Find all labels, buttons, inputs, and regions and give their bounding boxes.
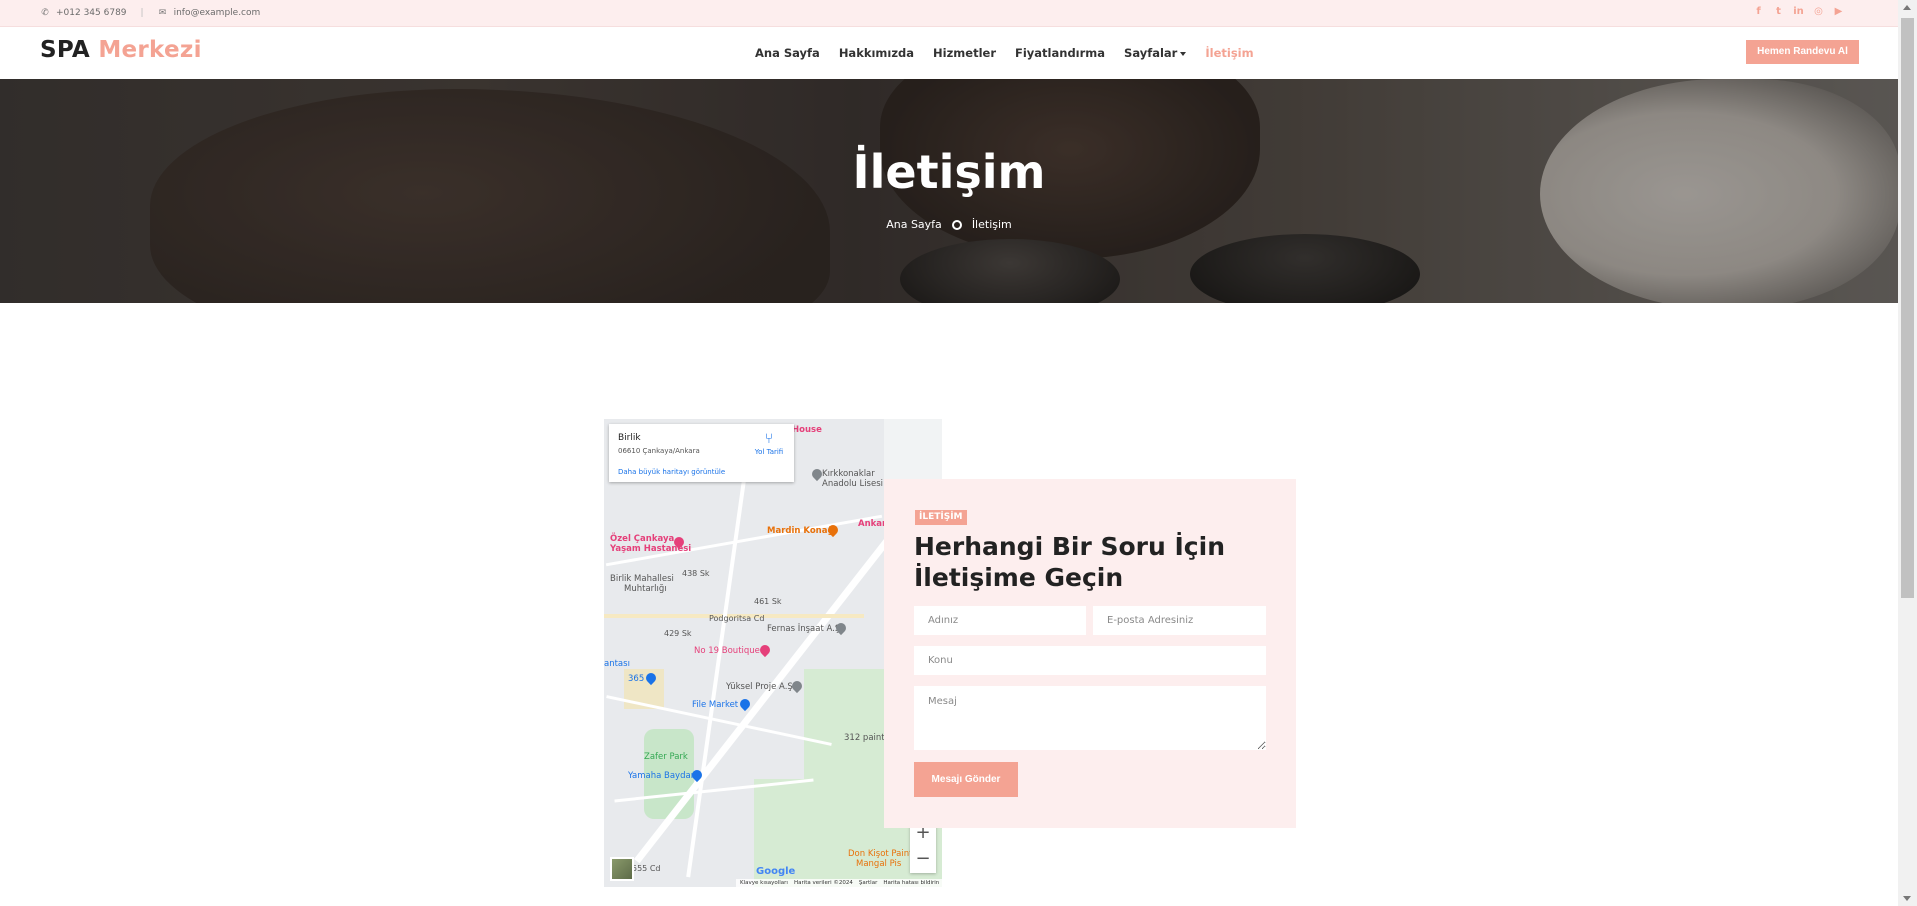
contact-info: ✆ +012 345 6789 | ✉ info@example.com (40, 8, 260, 18)
nav-item-pages-label: Sayfalar (1124, 46, 1178, 60)
terms-link[interactable]: Şartlar (859, 880, 877, 886)
map-poi-label: Kırkkonaklar (822, 469, 875, 479)
map-poi-label: Yamaha Baydar (628, 771, 695, 781)
directions-label: Yol Tarifi (754, 448, 784, 456)
map-poi-label: House (792, 425, 822, 435)
instagram-icon[interactable]: ◎ (1813, 6, 1824, 17)
map-poi-label: 365 (628, 674, 645, 684)
linkedin-icon[interactable]: in (1793, 6, 1804, 17)
map-street-label: 461 Sk (754, 597, 782, 606)
facebook-icon[interactable]: f (1753, 6, 1764, 17)
top-info-bar: ✆ +012 345 6789 | ✉ info@example.com f t… (0, 0, 1898, 27)
section-badge: İLETİŞİM (915, 510, 967, 525)
map-place-address: 06610 Çankaya/Ankara (618, 447, 700, 455)
envelope-icon: ✉ (158, 8, 167, 18)
nav-item-services[interactable]: Hizmetler (933, 46, 996, 60)
caret-down-icon (1180, 51, 1187, 56)
satellite-toggle-button[interactable] (610, 857, 634, 881)
map-pin-icon[interactable] (757, 642, 773, 658)
nav-item-pricing[interactable]: Fiyatlandırma (1015, 46, 1105, 60)
message-field[interactable] (914, 686, 1266, 750)
google-logo: Google (756, 866, 796, 877)
page-scrollbar[interactable] (1898, 0, 1917, 906)
map-poi-label: Özel Çankaya (610, 534, 675, 544)
map-poi-label: Muhtarlığı (624, 584, 667, 594)
map-poi-label: Zafer Park (644, 752, 688, 762)
name-field[interactable] (914, 606, 1086, 635)
phone-number[interactable]: +012 345 6789 (56, 8, 127, 18)
email-field[interactable] (1093, 606, 1266, 635)
breadcrumb-separator-icon (951, 219, 962, 230)
breadcrumb: Ana Sayfa İletişim (0, 218, 1898, 231)
nav-menu: Ana Sayfa Hakkımızda Hizmetler Fiyatland… (755, 46, 1254, 60)
scroll-up-icon[interactable] (1903, 5, 1911, 10)
map-poi-label: Birlik Mahallesi (610, 574, 674, 584)
map-street-label: Podgoritsa Cd (709, 614, 765, 623)
zoom-out-button[interactable]: − (910, 847, 936, 873)
scrollbar-thumb[interactable] (1901, 18, 1914, 598)
map-data-label: Harita verileri ©2024 (793, 880, 853, 886)
brand-logo[interactable]: SPA Merkezi (40, 37, 202, 63)
nav-item-pages-dropdown[interactable]: Sayfalar (1124, 46, 1187, 60)
map-poi-label: Mardin Konağı (767, 526, 837, 536)
page-title: İletişim (852, 145, 1046, 199)
page-header-hero: İletişim Ana Sayfa İletişim (0, 79, 1898, 303)
divider: | (140, 8, 144, 18)
map-poi-label: Anadolu Lisesi (822, 479, 884, 489)
nav-item-contact[interactable]: İletişim (1205, 46, 1253, 60)
brand-word-1: SPA (40, 37, 91, 63)
map-poi-label: No 19 Boutique (694, 646, 760, 656)
brand-word-2: Merkezi (98, 37, 202, 63)
send-message-button[interactable]: Mesajı Gönder (914, 762, 1018, 797)
book-appointment-button[interactable]: Hemen Randevu Al (1746, 40, 1859, 64)
map-poi-label: antası (604, 659, 630, 669)
map-place-name: Birlik (618, 433, 641, 443)
map-place-card: Birlik 06610 Çankaya/Ankara Daha büyük h… (609, 424, 794, 482)
nav-item-about[interactable]: Hakkımızda (839, 46, 914, 60)
directions-button[interactable]: ⑂ Yol Tarifi (751, 432, 787, 456)
report-error-link[interactable]: Harita hatası bildirin (883, 880, 939, 886)
directions-icon: ⑂ (764, 431, 774, 447)
form-heading: Herhangi Bir Soru İçin İletişime Geçin (914, 532, 1225, 592)
subject-field[interactable] (914, 646, 1266, 675)
map-poi-label: Don Kişot Paint (848, 849, 913, 859)
scroll-down-icon[interactable] (1903, 896, 1911, 901)
breadcrumb-home[interactable]: Ana Sayfa (886, 218, 942, 231)
map-poi-label: 312 paint (844, 733, 885, 743)
map-poi-label: Mangal Pis (856, 859, 902, 869)
social-links: f t in ◎ ▶ (1753, 6, 1844, 17)
breadcrumb-current: İletişim (971, 218, 1012, 231)
main-navbar: SPA Merkezi Ana Sayfa Hakkımızda Hizmetl… (0, 27, 1898, 79)
map-attribution: Klavye kısayolları Harita verileri ©2024… (736, 879, 942, 887)
map-poi-label: Yüksel Proje A.Ş (726, 682, 793, 692)
map-street-label: 438 Sk (682, 569, 710, 578)
map-poi-label: File Market (692, 700, 739, 710)
map-street-label: 555 Cd (632, 864, 661, 873)
map-street-label: 429 Sk (664, 629, 692, 638)
email-address[interactable]: info@example.com (174, 8, 261, 18)
map-zoom-controls: + − (910, 821, 936, 873)
phone-icon: ✆ (41, 8, 49, 18)
map-poi-label: Fernas İnşaat A.Ş (767, 624, 841, 634)
twitter-icon[interactable]: t (1773, 6, 1784, 17)
youtube-icon[interactable]: ▶ (1833, 6, 1844, 17)
larger-map-link[interactable]: Daha büyük haritayı görüntüle (618, 468, 725, 476)
keyboard-shortcuts-link[interactable]: Klavye kısayolları (740, 880, 788, 886)
nav-item-home[interactable]: Ana Sayfa (755, 46, 820, 60)
